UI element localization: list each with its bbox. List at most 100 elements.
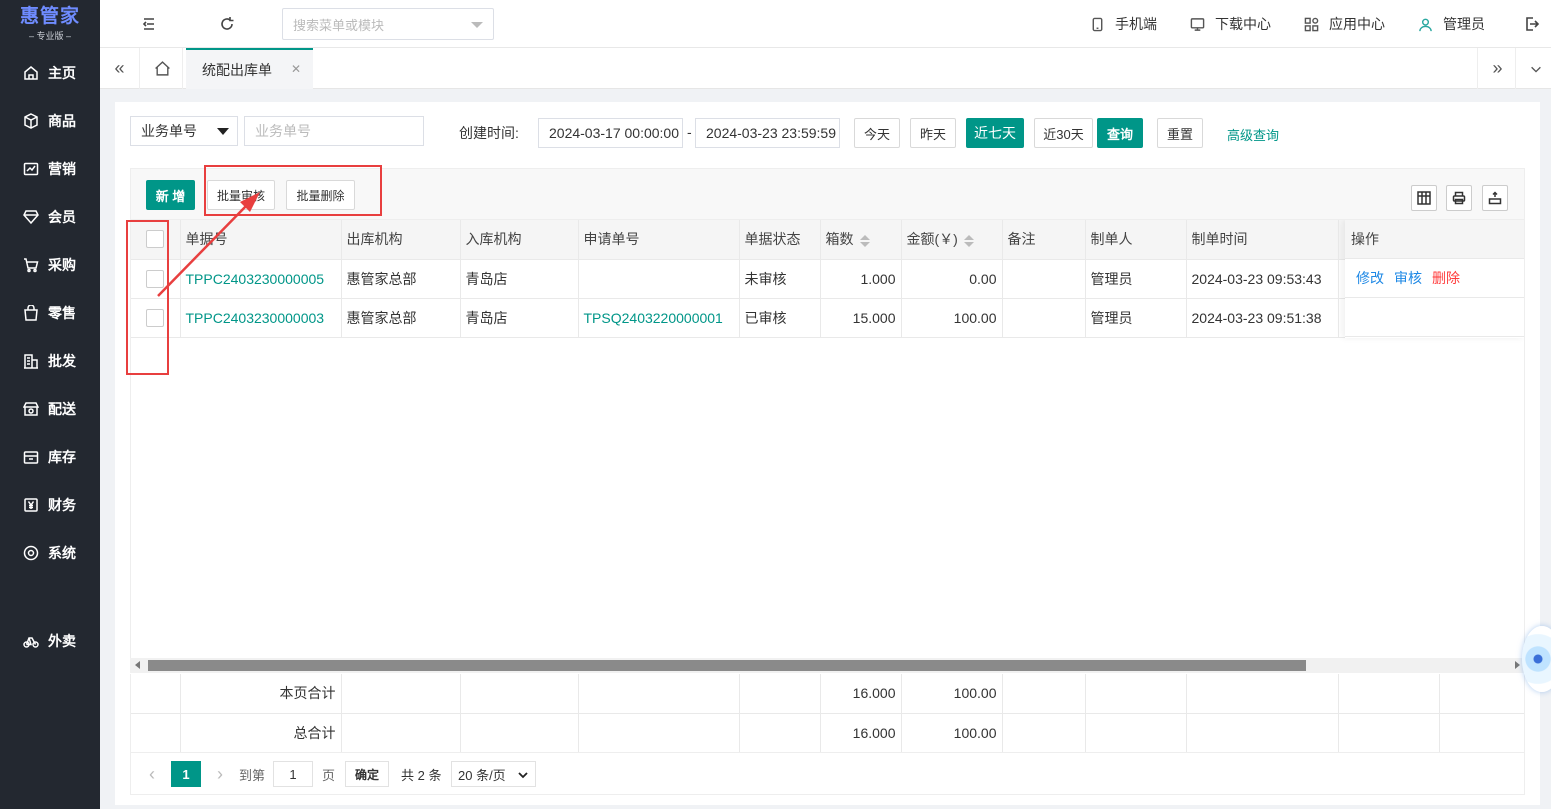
order-no-input[interactable]: 业务单号	[244, 116, 424, 146]
export-button[interactable]	[1482, 185, 1508, 211]
empty-cell	[739, 713, 821, 752]
tab-outbound-order[interactable]: 统配出库单 ✕	[186, 48, 313, 89]
sidebar-item-delivery[interactable]: 配送	[0, 389, 100, 429]
row-select-cell	[131, 259, 181, 299]
order-no-link[interactable]: TPPC2403230000005	[180, 259, 342, 299]
page-size-select[interactable]: 20 条/页	[451, 761, 536, 787]
store-icon	[22, 400, 40, 418]
sidebar: 惠管家 – 专业版 – 主页 商品 营销 会员 采购 零售 批发 配送 库存 财…	[0, 0, 100, 809]
sidebar-item-system[interactable]: 系统	[0, 533, 100, 573]
menu-collapse-button[interactable]	[137, 12, 161, 36]
sidebar-item-marketing[interactable]: 营销	[0, 149, 100, 189]
scroll-left-arrow-icon[interactable]	[135, 661, 140, 669]
tab-more-button[interactable]	[1515, 48, 1551, 89]
goto-confirm-button[interactable]: 确定	[345, 761, 389, 787]
batch-audit-button[interactable]: 批量审核	[207, 180, 275, 210]
add-button[interactable]: 新 增	[146, 180, 195, 210]
bag-icon	[22, 304, 40, 322]
last-30-days-button[interactable]: 近30天	[1034, 118, 1093, 148]
last-7-days-button[interactable]: 近七天	[966, 118, 1024, 148]
query-button[interactable]: 查询	[1097, 118, 1143, 148]
scrollbar-thumb[interactable]	[148, 660, 1306, 671]
page-1-button[interactable]: 1	[171, 761, 201, 787]
yen-icon	[22, 496, 40, 514]
boxes-cell: 15.000	[820, 298, 902, 338]
goto-page-input[interactable]: 1	[273, 761, 313, 787]
empty-cell	[578, 674, 740, 714]
brand-logo[interactable]: 惠管家 – 专业版 –	[0, 0, 100, 48]
sidebar-item-wholesale[interactable]: 批发	[0, 341, 100, 381]
refresh-button[interactable]	[215, 12, 239, 36]
apply-no-cell	[578, 259, 740, 299]
brand-name: 惠管家	[19, 5, 80, 27]
close-icon[interactable]: ✕	[291, 62, 301, 76]
menu-fold-icon	[142, 18, 154, 30]
sidebar-item-purchase[interactable]: 采购	[0, 245, 100, 285]
download-center-link[interactable]: 下载中心	[1190, 14, 1271, 34]
menu-search-placeholder: 搜索菜单或模块	[293, 17, 385, 33]
empty-cell	[1338, 713, 1440, 752]
sidebar-item-finance[interactable]: 财务	[0, 485, 100, 525]
empty-cell	[131, 713, 181, 752]
order-no-link[interactable]: TPPC2403230000003	[180, 298, 342, 338]
app-center-link[interactable]: 应用中心	[1304, 14, 1385, 34]
header-boxes[interactable]: 箱数	[820, 220, 902, 260]
cart-icon	[22, 256, 40, 274]
apply-no-link[interactable]: TPSQ2403220000001	[578, 298, 740, 338]
reset-button[interactable]: 重置	[1157, 118, 1203, 148]
created-time-label: 创建时间:	[459, 125, 519, 141]
sidebar-item-retail[interactable]: 零售	[0, 293, 100, 333]
advanced-query-link[interactable]: 高级查询	[1227, 125, 1279, 144]
chevron-down-icon	[518, 772, 528, 779]
user-icon	[1419, 18, 1432, 31]
phone-icon	[1092, 17, 1103, 31]
logout-button[interactable]	[1520, 12, 1544, 36]
print-button[interactable]	[1446, 185, 1472, 211]
sidebar-item-inventory[interactable]: 库存	[0, 437, 100, 477]
today-button[interactable]: 今天	[854, 118, 900, 148]
row-checkbox[interactable]	[146, 308, 165, 327]
table-row[interactable]: TPPC2403230000005 惠管家总部 青岛店 未审核 1.000 0.…	[131, 259, 1524, 299]
yesterday-button[interactable]: 昨天	[910, 118, 956, 148]
prev-page-button[interactable]: ‹	[142, 761, 162, 787]
row-checkbox[interactable]	[146, 269, 165, 288]
amount-cell: 100.00	[901, 298, 1003, 338]
delete-link[interactable]: 删除	[1432, 268, 1460, 288]
audit-link[interactable]: 审核	[1394, 268, 1422, 288]
sort-icon[interactable]	[963, 234, 974, 247]
sidebar-item-goods[interactable]: 商品	[0, 101, 100, 141]
scroll-right-arrow-icon[interactable]	[1515, 661, 1520, 669]
tab-scroll-right-button[interactable]: »	[1477, 48, 1517, 89]
sidebar-item-members[interactable]: 会员	[0, 197, 100, 237]
monitor-icon	[1190, 17, 1205, 31]
table-row[interactable]: TPPC2403230000003 惠管家总部 青岛店 TPSQ24032200…	[131, 298, 1524, 338]
sidebar-item-home[interactable]: 主页	[0, 53, 100, 93]
sidebar-item-label: 营销	[48, 161, 76, 177]
column-settings-button[interactable]	[1411, 185, 1437, 211]
next-page-button[interactable]: ›	[210, 761, 230, 787]
sidebar-item-takeout[interactable]: 外卖	[0, 621, 100, 661]
grand-total-boxes: 16.000	[820, 713, 902, 752]
tab-scroll-left-button[interactable]: «	[100, 48, 140, 89]
end-date-input[interactable]: 2024-03-23 23:59:59	[695, 118, 840, 148]
user-menu[interactable]: 管理员	[1418, 14, 1485, 34]
status-cell: 未审核	[739, 259, 821, 299]
sort-icon[interactable]	[859, 234, 870, 247]
field-select[interactable]: 业务单号	[130, 116, 238, 146]
tab-home-button[interactable]	[143, 48, 183, 89]
field-select-value: 业务单号	[141, 123, 197, 139]
double-chevron-left-icon: «	[114, 58, 125, 78]
apps-grid-icon	[1304, 17, 1319, 31]
edit-link[interactable]: 修改	[1356, 268, 1384, 288]
horizontal-scrollbar[interactable]	[130, 658, 1525, 673]
select-all-checkbox[interactable]	[146, 230, 165, 249]
mobile-link[interactable]: 手机端	[1090, 14, 1157, 34]
start-date-input[interactable]: 2024-03-17 00:00:00	[538, 118, 683, 148]
header-amount[interactable]: 金额(￥)	[901, 220, 1003, 260]
in-org-cell: 青岛店	[460, 298, 579, 338]
batch-delete-button[interactable]: 批量删除	[286, 180, 355, 210]
menu-search-select[interactable]: 搜索菜单或模块	[282, 8, 494, 40]
in-org-cell: 青岛店	[460, 259, 579, 299]
chevron-down-icon	[1530, 66, 1541, 73]
maker-cell: 管理员	[1085, 259, 1187, 299]
